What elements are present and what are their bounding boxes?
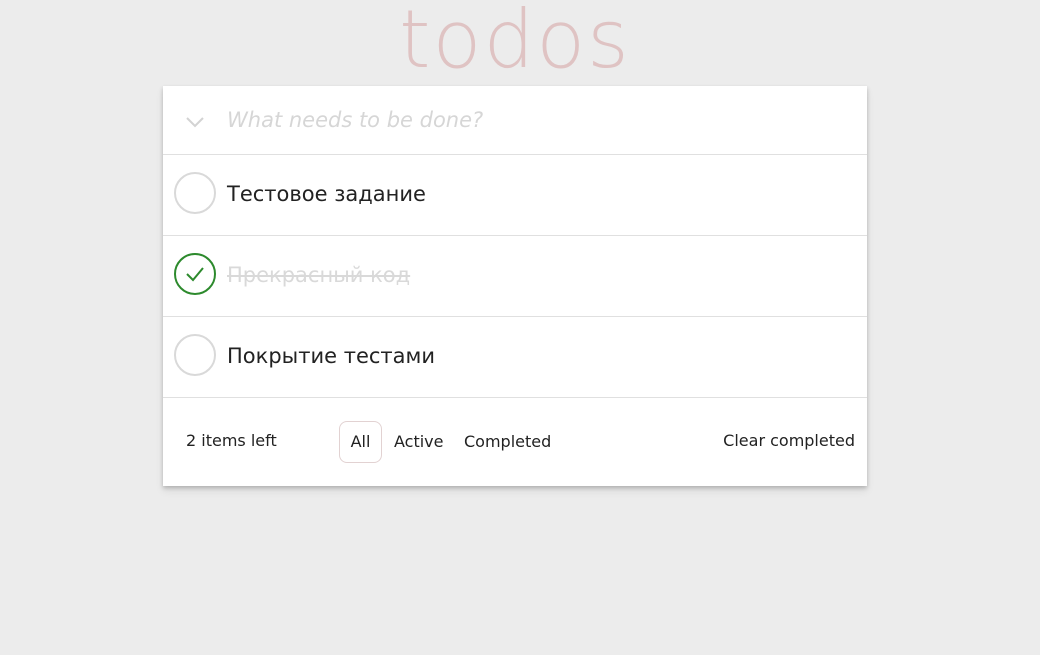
filter-active[interactable]: Active xyxy=(385,421,453,463)
app-title: todos xyxy=(399,0,631,86)
filter-all[interactable]: All xyxy=(339,421,382,463)
todo-panel: Тестовое задание Прекрасный код Покрытие… xyxy=(163,86,867,486)
todo-toggle-checkbox[interactable] xyxy=(174,253,216,295)
todo-toggle-checkbox[interactable] xyxy=(174,172,216,214)
todo-item: Тестовое задание xyxy=(163,155,867,236)
todo-label[interactable]: Покрытие тестами xyxy=(227,343,435,369)
items-left-count: 2 items left xyxy=(186,431,277,450)
check-icon xyxy=(186,267,204,282)
todo-label[interactable]: Прекрасный код xyxy=(227,262,410,288)
new-todo-input[interactable] xyxy=(227,100,847,140)
todo-toggle-checkbox[interactable] xyxy=(174,334,216,376)
todo-item: Прекрасный код xyxy=(163,236,867,317)
clear-completed-button[interactable]: Clear completed xyxy=(723,431,855,450)
todo-item: Покрытие тестами xyxy=(163,317,867,398)
chevron-down-icon[interactable] xyxy=(183,110,207,134)
new-todo-row xyxy=(163,86,867,155)
todo-label[interactable]: Тестовое задание xyxy=(227,181,426,207)
filter-completed[interactable]: Completed xyxy=(455,421,560,463)
